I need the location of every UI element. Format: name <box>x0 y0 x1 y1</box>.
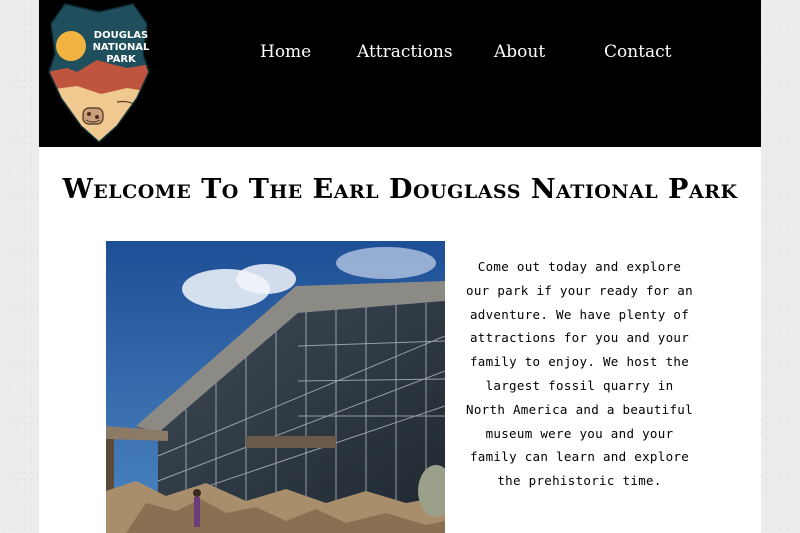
arrowhead-logo-icon: DOUGLAS NATIONAL PARK <box>48 3 150 144</box>
park-logo[interactable]: DOUGLAS NATIONAL PARK <box>47 2 151 144</box>
page-title: Welcome To The Earl Douglass National Pa… <box>62 174 738 205</box>
nav-link-home[interactable]: Home <box>260 40 311 64</box>
page-container: DOUGLAS NATIONAL PARK Home Attractions A… <box>39 0 761 533</box>
nav-link-contact[interactable]: Contact <box>604 40 672 64</box>
main-nav: Home Attractions About Contact <box>39 40 761 66</box>
nav-link-about[interactable]: About <box>494 40 545 64</box>
museum-hero-image <box>106 241 445 533</box>
intro-paragraph: Come out today and explore our park if y… <box>466 259 693 489</box>
site-header: DOUGLAS NATIONAL PARK Home Attractions A… <box>39 0 761 147</box>
nav-link-attractions[interactable]: Attractions <box>357 40 453 64</box>
quarry-building-photo <box>106 241 445 533</box>
